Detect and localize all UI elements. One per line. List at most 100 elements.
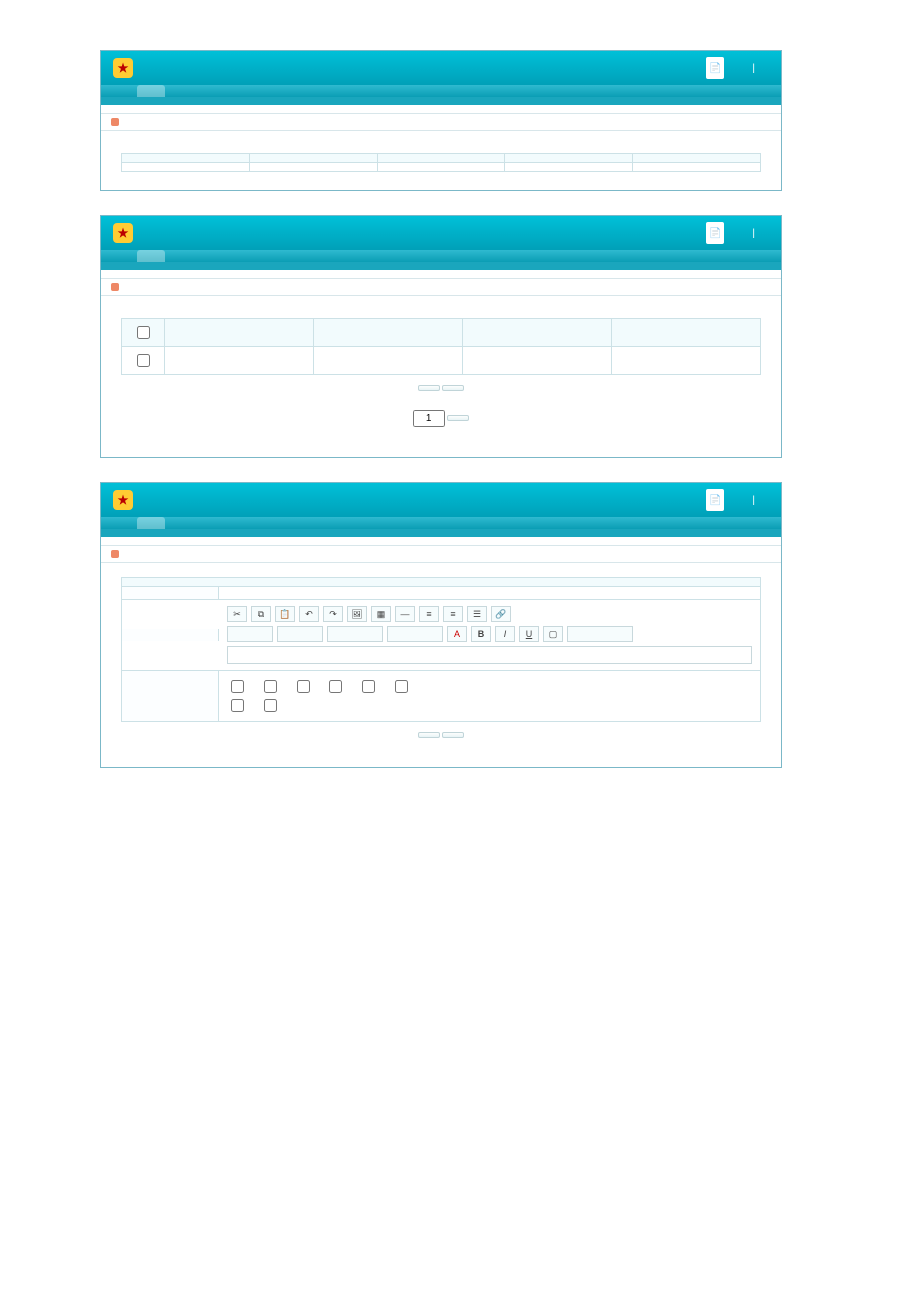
cell-confirmed xyxy=(377,163,505,172)
rte-hr-icon[interactable]: — xyxy=(395,606,415,622)
row-checkbox[interactable] xyxy=(137,354,150,367)
breadcrumb-icon xyxy=(111,550,119,558)
rte-toolbar: ✂ ⧉ 📋 ↶ ↷ 🖼 ▦ — ≡ ≡ ☰ 🔗 xyxy=(227,606,752,622)
nav-exam-center[interactable] xyxy=(193,517,221,529)
nav-class-mgmt[interactable] xyxy=(109,250,137,262)
breadcrumb xyxy=(101,114,781,131)
col-action xyxy=(633,154,761,163)
nav-personal-info[interactable] xyxy=(249,517,277,529)
cell-add-time xyxy=(463,347,612,375)
nav-project-mgmt[interactable] xyxy=(137,517,165,529)
nav-resource-center[interactable] xyxy=(165,250,193,262)
rte-italic-icon[interactable]: I xyxy=(495,626,515,642)
rte-link-icon[interactable]: 🔗 xyxy=(491,606,511,622)
breadcrumb-icon xyxy=(111,283,119,291)
table-row xyxy=(122,163,761,172)
step-checkbox[interactable] xyxy=(395,680,408,693)
app-logo-icon: ★ xyxy=(113,58,133,78)
go-button[interactable] xyxy=(447,415,469,421)
breadcrumb-icon xyxy=(111,118,119,126)
sub-nav xyxy=(101,529,781,537)
rte-redo-icon[interactable]: ↷ xyxy=(323,606,343,622)
rte-size-select[interactable] xyxy=(277,626,323,642)
form-section-title xyxy=(121,577,761,587)
task-table xyxy=(121,318,761,375)
rte-para-style-select[interactable] xyxy=(327,626,383,642)
cancel-button[interactable] xyxy=(442,732,464,738)
cell-unconfirmed xyxy=(505,163,633,172)
page-input[interactable] xyxy=(413,410,445,427)
rte-html-source[interactable] xyxy=(567,626,633,642)
screenshot-3: ★ 📄 | xyxy=(100,482,782,768)
cell-apply xyxy=(249,163,377,172)
rte-underline-icon[interactable]: U xyxy=(519,626,539,642)
nav-resource-center[interactable] xyxy=(165,85,193,97)
cell-project-name xyxy=(314,347,463,375)
badge-icon: 📄 xyxy=(706,489,724,511)
rte-align-center-icon[interactable]: ≡ xyxy=(443,606,463,622)
rte-editor[interactable] xyxy=(227,646,752,664)
delete-button[interactable] xyxy=(442,385,464,391)
pager xyxy=(121,402,761,439)
col-class-name xyxy=(122,154,250,163)
nav-exam-center[interactable] xyxy=(193,85,221,97)
step-checkbox[interactable] xyxy=(329,680,342,693)
label-steps xyxy=(122,671,219,721)
rte-cut-icon[interactable]: ✂ xyxy=(227,606,247,622)
col-confirmed-count xyxy=(377,154,505,163)
rte-bgcolor-icon[interactable]: ▢ xyxy=(543,626,563,642)
rte-paste-icon[interactable]: 📋 xyxy=(275,606,295,622)
col-action xyxy=(612,319,761,347)
badge-icon: 📄 xyxy=(706,222,724,244)
app-header: ★ 📄 | xyxy=(101,483,781,517)
user-role-line xyxy=(101,270,781,279)
nav-project-mgmt[interactable] xyxy=(137,85,165,97)
screenshot-2: ★ 📄 | xyxy=(100,215,782,458)
step-checkbox[interactable] xyxy=(264,680,277,693)
step-checkbox-group xyxy=(219,671,760,721)
rte-toolbar-2: A B I U ▢ xyxy=(227,626,752,642)
nav-class-mgmt[interactable] xyxy=(109,85,137,97)
nav-personal-info[interactable] xyxy=(249,250,277,262)
cell-class-name xyxy=(122,163,250,172)
table-row xyxy=(122,347,761,375)
nav-resource-center[interactable] xyxy=(165,517,193,529)
nav-class-mgmt[interactable] xyxy=(109,517,137,529)
rte-align-left-icon[interactable]: ≡ xyxy=(419,606,439,622)
rte-fontcolor-icon[interactable]: A xyxy=(447,626,467,642)
col-apply-count xyxy=(249,154,377,163)
rte-normal-style-select[interactable] xyxy=(387,626,443,642)
submit-button[interactable] xyxy=(418,732,440,738)
nav-project-mgmt[interactable] xyxy=(137,250,165,262)
step-checkbox[interactable] xyxy=(231,699,244,712)
nav-personal-info[interactable] xyxy=(249,85,277,97)
label-content xyxy=(122,629,219,641)
cell-seq xyxy=(165,347,314,375)
rte-list-icon[interactable]: ☰ xyxy=(467,606,487,622)
add-button[interactable] xyxy=(418,385,440,391)
rte-copy-icon[interactable]: ⧉ xyxy=(251,606,271,622)
step-checkbox[interactable] xyxy=(231,680,244,693)
badge-icon: 📄 xyxy=(706,57,724,79)
rte-table-icon[interactable]: ▦ xyxy=(371,606,391,622)
screenshot-1: ★ 📄 | xyxy=(100,50,782,191)
col-add-time xyxy=(463,319,612,347)
nav-exam-center[interactable] xyxy=(193,250,221,262)
select-all-checkbox[interactable] xyxy=(137,326,150,339)
breadcrumb xyxy=(101,279,781,296)
breadcrumb xyxy=(101,546,781,563)
sub-nav xyxy=(101,97,781,105)
col-seq xyxy=(165,319,314,347)
nav-mail-mgmt[interactable] xyxy=(221,85,249,97)
app-logo-icon: ★ xyxy=(113,223,133,243)
nav-mail-mgmt[interactable] xyxy=(221,250,249,262)
rte-font-select[interactable] xyxy=(227,626,273,642)
col-project-name xyxy=(314,319,463,347)
rte-image-icon[interactable]: 🖼 xyxy=(347,606,367,622)
step-checkbox[interactable] xyxy=(297,680,310,693)
rte-undo-icon[interactable]: ↶ xyxy=(299,606,319,622)
step-checkbox[interactable] xyxy=(362,680,375,693)
rte-bold-icon[interactable]: B xyxy=(471,626,491,642)
nav-mail-mgmt[interactable] xyxy=(221,517,249,529)
step-checkbox[interactable] xyxy=(264,699,277,712)
